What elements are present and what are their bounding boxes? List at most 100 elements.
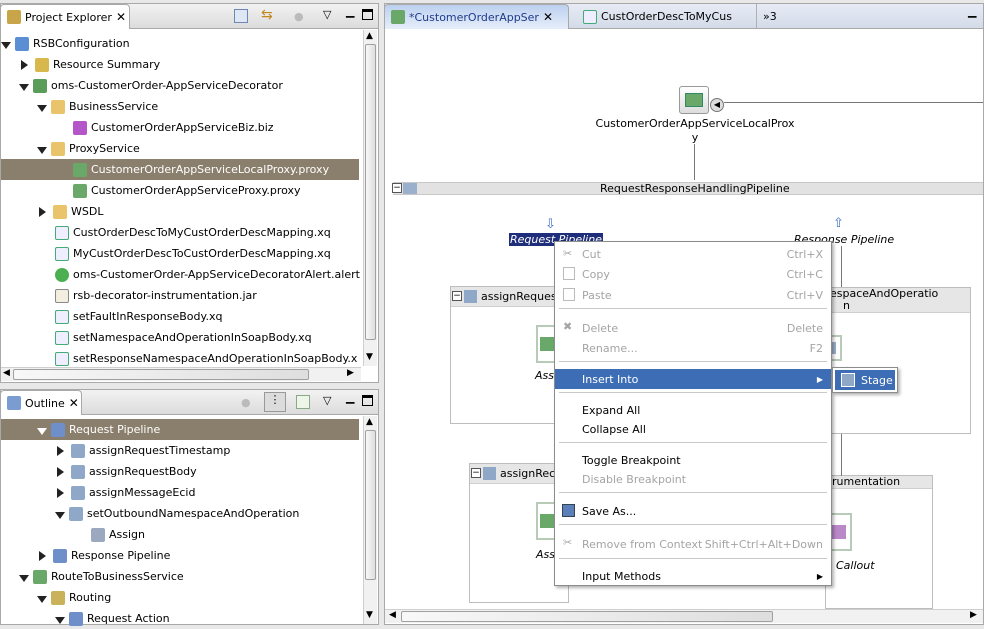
maximize-icon[interactable] bbox=[362, 395, 373, 406]
filter-icon[interactable]: ● bbox=[241, 396, 251, 409]
scroll-right-icon[interactable]: ▶ bbox=[347, 368, 354, 378]
expand-arrow-icon[interactable] bbox=[37, 105, 47, 112]
minimize-icon[interactable]: ▁ bbox=[346, 5, 354, 18]
tree-item-rsbconfiguration[interactable]: RSBConfiguration bbox=[1, 33, 130, 54]
menu-item-disable-breakpoint[interactable]: Disable Breakpoint bbox=[555, 469, 831, 489]
scroll-left-icon[interactable]: ◀ bbox=[389, 610, 396, 620]
outline-vscrollbar[interactable]: ▲ ▼ bbox=[363, 416, 377, 624]
submenu-item-stage[interactable]: Stage bbox=[835, 370, 895, 390]
scroll-left-icon[interactable]: ◀ bbox=[3, 368, 10, 378]
tree-item-jar[interactable]: rsb-decorator-instrumentation.jar bbox=[55, 285, 257, 306]
tree-item-xq4[interactable]: setNamespaceAndOperationInSoapBody.xq bbox=[55, 327, 312, 348]
tree-item-proxy[interactable]: CustomerOrderAppServiceProxy.proxy bbox=[73, 180, 301, 201]
collapse-icon[interactable]: − bbox=[452, 291, 462, 301]
outline-item-stage[interactable]: setOutboundNamespaceAndOperation bbox=[55, 503, 299, 524]
minimize-icon[interactable]: ▁ bbox=[968, 5, 976, 18]
menu-item-expand-all[interactable]: Expand All bbox=[555, 400, 831, 420]
project-explorer-vscrollbar[interactable]: ▲ ▼ bbox=[363, 30, 377, 366]
expand-arrow-icon[interactable] bbox=[37, 428, 47, 435]
scroll-thumb[interactable] bbox=[365, 430, 376, 580]
outline-item-routing[interactable]: Routing bbox=[37, 587, 111, 608]
scroll-thumb[interactable] bbox=[13, 369, 309, 380]
link-with-editor-icon[interactable]: ⇆ bbox=[261, 7, 273, 23]
tree-item-oms-decorator[interactable]: oms-CustomerOrder-AppServiceDecorator bbox=[19, 75, 283, 96]
menu-item-rename[interactable]: Rename... F2 bbox=[555, 338, 831, 358]
minimize-icon[interactable]: ▁ bbox=[346, 391, 354, 404]
collapse-icon[interactable]: − bbox=[392, 183, 402, 193]
tab-outline[interactable]: Outline ✕ bbox=[0, 390, 82, 415]
collapse-arrow-icon[interactable] bbox=[57, 445, 64, 456]
outline-item-request-action[interactable]: Request Action bbox=[55, 608, 170, 629]
tree-item-biz-file[interactable]: CustomerOrderAppServiceBiz.biz bbox=[73, 117, 274, 138]
menu-item-input-methods[interactable]: Input Methods ▶ bbox=[555, 566, 831, 586]
tab-customer-order-app[interactable]: *CustomerOrderAppSer ✕ bbox=[384, 4, 569, 29]
tab-project-explorer[interactable]: Project Explorer ✕ bbox=[0, 4, 130, 29]
scroll-down-icon[interactable]: ▼ bbox=[366, 610, 373, 620]
expand-arrow-icon[interactable] bbox=[37, 147, 47, 154]
chevron-down-icon[interactable]: ▽ bbox=[323, 394, 331, 407]
collapse-arrow-icon[interactable] bbox=[39, 206, 46, 217]
outline-item-route[interactable]: RouteToBusinessService bbox=[19, 566, 184, 587]
tree-item-proxyservice[interactable]: ProxyService bbox=[37, 138, 140, 159]
tree-item-localproxy[interactable]: CustomerOrderAppServiceLocalProxy.proxy bbox=[1, 159, 359, 180]
close-icon[interactable]: ✕ bbox=[116, 10, 126, 24]
tree-item-businessservice[interactable]: BusinessService bbox=[37, 96, 158, 117]
editor-hscrollbar[interactable]: ◀ ▶ bbox=[385, 609, 983, 623]
outline-item-stage[interactable]: assignRequestTimestamp bbox=[57, 440, 230, 461]
collapse-arrow-icon[interactable] bbox=[57, 487, 64, 498]
expand-arrow-icon[interactable] bbox=[1, 42, 11, 49]
scroll-up-icon[interactable]: ▲ bbox=[366, 31, 373, 41]
project-explorer-hscrollbar[interactable]: ◀ ▶ bbox=[1, 367, 361, 381]
tree-item-xq5[interactable]: setResponseNamespaceAndOperationInSoapBo… bbox=[55, 348, 359, 369]
tree-item-alert[interactable]: oms-CustomerOrder-AppServiceDecoratorAle… bbox=[55, 264, 360, 285]
scroll-thumb[interactable] bbox=[401, 611, 773, 622]
menu-item-cut[interactable]: ✂ Cut Ctrl+X bbox=[555, 244, 831, 264]
outline-item-response-pipeline[interactable]: Response Pipeline bbox=[39, 545, 170, 566]
expand-arrow-icon[interactable] bbox=[55, 617, 65, 624]
expand-arrow-icon[interactable] bbox=[55, 512, 65, 519]
close-icon[interactable]: ✕ bbox=[69, 396, 79, 410]
tab-custorderdesc[interactable]: CustOrderDescToMyCus bbox=[577, 4, 757, 29]
menu-item-collapse-all[interactable]: Collapse All bbox=[555, 419, 831, 439]
proxy-service-node[interactable] bbox=[679, 86, 709, 114]
menu-item-insert-into[interactable]: Insert Into ▶ bbox=[555, 369, 831, 389]
collapse-arrow-icon[interactable] bbox=[39, 550, 46, 561]
scroll-thumb[interactable] bbox=[365, 44, 376, 340]
outline-item-assign[interactable]: Assign bbox=[91, 524, 145, 545]
tree-item-wsdl[interactable]: WSDL bbox=[39, 201, 103, 222]
stage-node[interactable]: espaceAndOperatio n bbox=[815, 287, 971, 434]
outline-item-stage[interactable]: assignRequestBody bbox=[57, 461, 197, 482]
tree-item-xq3[interactable]: setFaultInResponseBody.xq bbox=[55, 306, 222, 327]
collapse-icon[interactable]: − bbox=[471, 468, 481, 478]
maximize-icon[interactable] bbox=[362, 9, 373, 20]
menu-item-delete[interactable]: ✖ Delete Delete bbox=[555, 318, 831, 338]
tree-item-xq1[interactable]: CustOrderDescToMyCustOrderDescMapping.xq bbox=[55, 222, 331, 243]
expand-arrow-icon[interactable] bbox=[19, 84, 29, 91]
scroll-right-icon[interactable]: ▶ bbox=[970, 610, 977, 620]
close-icon[interactable]: ✕ bbox=[543, 10, 553, 24]
tree-item-label: CustomerOrderAppServiceLocalProxy.proxy bbox=[91, 163, 330, 176]
menu-item-remove-from-context[interactable]: ✂ Remove from Context Shift+Ctrl+Alt+Down bbox=[555, 534, 831, 554]
new-item-icon[interactable] bbox=[296, 395, 310, 409]
menu-item-save-as[interactable]: Save As... bbox=[555, 501, 831, 521]
menu-item-copy[interactable]: Copy Ctrl+C bbox=[555, 264, 831, 284]
collapse-arrow-icon[interactable] bbox=[57, 466, 64, 477]
tab-overflow[interactable]: »3 bbox=[757, 4, 783, 29]
stage-node[interactable]: − assignReques Assi bbox=[450, 286, 560, 424]
chevron-down-icon[interactable]: ▽ bbox=[323, 8, 331, 21]
expand-arrow-icon[interactable] bbox=[37, 596, 47, 603]
menu-item-toggle-breakpoint[interactable]: Toggle Breakpoint bbox=[555, 450, 831, 470]
menu-item-paste[interactable]: Paste Ctrl+V bbox=[555, 285, 831, 305]
tree-item-xq2[interactable]: MyCustOrderDescToCustOrderDescMapping.xq bbox=[55, 243, 331, 264]
expand-arrow-icon[interactable] bbox=[19, 575, 29, 582]
view-menu-icon[interactable]: ● bbox=[294, 10, 304, 23]
collapse-all-icon[interactable] bbox=[234, 9, 248, 23]
tree-mode-icon[interactable]: ⋮ bbox=[264, 392, 286, 412]
outline-item-request-pipeline[interactable]: Request Pipeline bbox=[1, 419, 359, 440]
scroll-up-icon[interactable]: ▲ bbox=[366, 417, 373, 427]
scroll-down-icon[interactable]: ▼ bbox=[366, 352, 373, 362]
outline-item-stage[interactable]: assignMessageEcid bbox=[57, 482, 195, 503]
stage-node[interactable]: rumentation Callout bbox=[825, 475, 933, 609]
tree-item-resource-summary[interactable]: Resource Summary bbox=[21, 54, 160, 75]
collapse-arrow-icon[interactable] bbox=[21, 59, 28, 70]
